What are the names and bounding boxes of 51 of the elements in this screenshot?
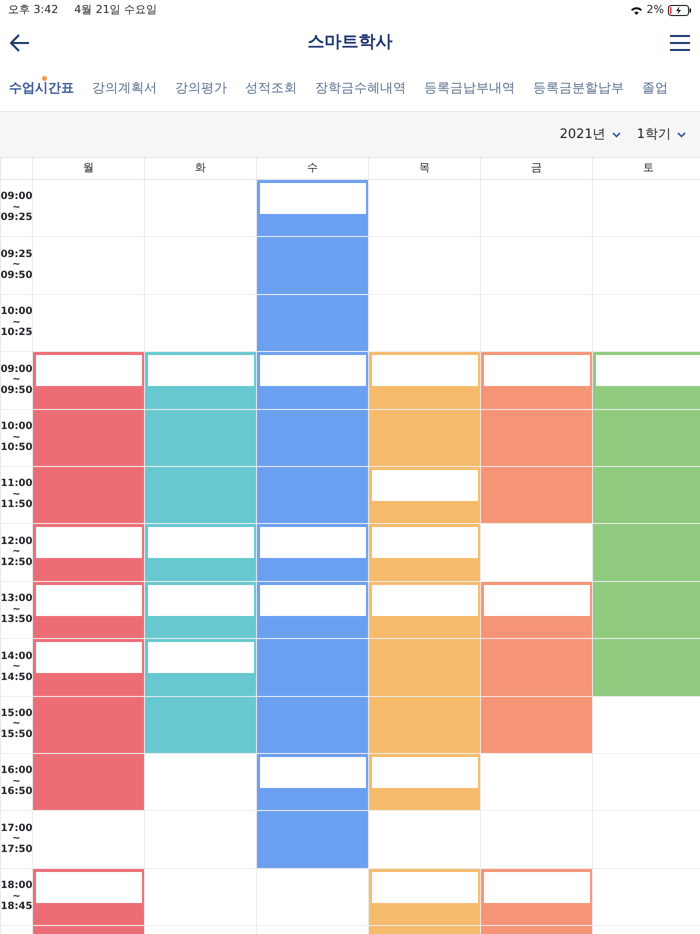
- day-header: 금: [531, 160, 542, 176]
- time-label: 11:00 ~ 11:50: [0, 479, 32, 511]
- time-label: 14:00 ~ 14:50: [0, 652, 32, 684]
- time-label: 10:00 ~ 10:50: [0, 422, 32, 454]
- class-block[interactable]: [369, 616, 480, 638]
- time-label: 09:25 ~ 09:50: [0, 250, 32, 282]
- class-block[interactable]: [369, 902, 480, 926]
- class-block[interactable]: [33, 902, 144, 926]
- menu-icon[interactable]: [670, 35, 690, 51]
- time-label: 16:00 ~ 16:50: [0, 766, 32, 798]
- time-label: 15:00 ~ 15:50: [0, 708, 32, 740]
- class-block[interactable]: [481, 616, 592, 638]
- chevron-down-icon: [677, 132, 686, 138]
- class-block[interactable]: [481, 902, 592, 926]
- day-header: 수: [307, 160, 318, 176]
- tab[interactable]: 수업시간표: [0, 78, 83, 98]
- wifi-icon: [630, 5, 643, 15]
- battery-icon: [668, 4, 692, 16]
- time-label: 17:00 ~ 17:50: [0, 824, 32, 856]
- tab[interactable]: 강의평가: [166, 78, 236, 98]
- class-block[interactable]: [257, 214, 368, 236]
- tab[interactable]: 등록금분할납부: [524, 78, 633, 98]
- time-label: 10:00 ~ 10:25: [0, 307, 32, 339]
- class-block[interactable]: [145, 616, 256, 638]
- tab[interactable]: 강의계획서: [83, 78, 166, 98]
- page-title: 스마트학사: [308, 31, 392, 54]
- class-block[interactable]: [369, 788, 480, 810]
- dropdown[interactable]: 2021년: [560, 124, 621, 144]
- tab[interactable]: 성적조회: [236, 78, 306, 98]
- day-header: 토: [643, 160, 654, 176]
- class-block[interactable]: [33, 616, 144, 638]
- class-block[interactable]: [369, 500, 480, 524]
- status-time: 오후 3:42: [8, 2, 58, 18]
- status-date: 4월 21일 수요일: [74, 2, 158, 18]
- class-block[interactable]: [257, 788, 368, 810]
- back-arrow-icon[interactable]: [10, 34, 30, 52]
- tab[interactable]: 졸업: [633, 78, 677, 98]
- time-label: 18:00 ~ 18:45: [0, 881, 32, 913]
- tab[interactable]: 장학금수혜내역: [306, 78, 415, 98]
- day-header: 화: [195, 160, 206, 176]
- battery-percent: 2%: [646, 2, 664, 18]
- tab[interactable]: 등록금납부내역: [415, 78, 524, 98]
- dropdown[interactable]: 1학기: [636, 124, 686, 144]
- class-block[interactable]: [257, 616, 368, 638]
- chevron-down-icon: [612, 132, 621, 138]
- day-header: 목: [419, 160, 430, 176]
- day-header: 월: [83, 160, 94, 176]
- time-label: 09:00 ~ 09:25: [0, 192, 32, 224]
- time-label: 09:00 ~ 09:50: [0, 364, 32, 396]
- time-label: 12:00 ~ 12:50: [0, 536, 32, 568]
- time-label: 13:00 ~ 13:50: [0, 594, 32, 626]
